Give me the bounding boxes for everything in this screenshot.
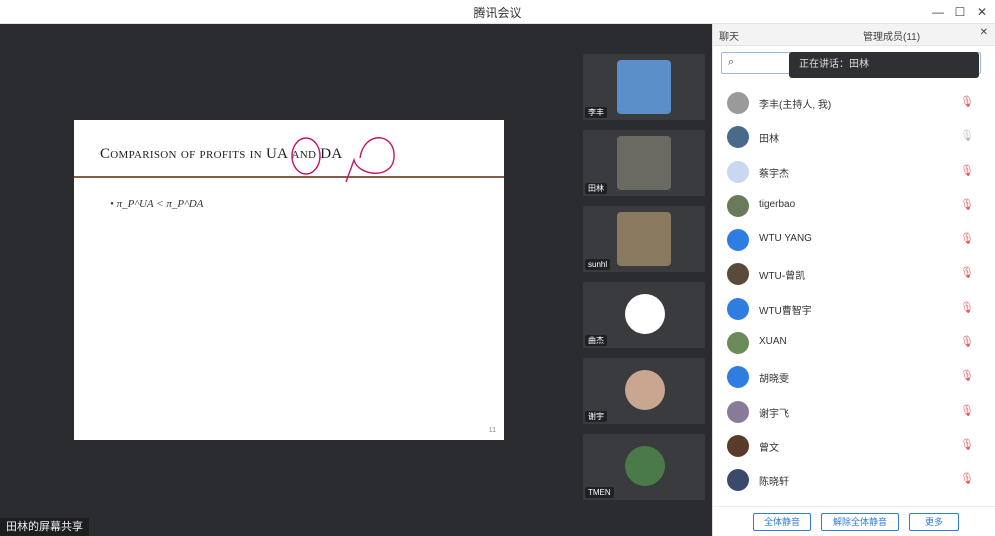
list-item[interactable]: 曾文 🎙 (713, 429, 995, 463)
mic-muted-icon[interactable]: 🎙 (960, 95, 974, 108)
participant-name: WTU YANG (759, 233, 812, 245)
avatar (625, 370, 665, 410)
unmute-all-button[interactable]: 解除全体静音 (821, 513, 899, 531)
participant-name: 曾文 (759, 442, 779, 454)
presentation-slide: Comparison of profits in UA and DA • π_P… (74, 120, 504, 440)
list-item[interactable]: 谢宇飞 🎙 (713, 395, 995, 429)
window-title: 腾讯会议 (473, 6, 522, 20)
video-tile-5[interactable]: 谢宇 (583, 358, 705, 424)
avatar (727, 332, 749, 355)
mic-muted-icon[interactable]: 🎙 (960, 164, 974, 177)
ink-circle-da (345, 137, 395, 183)
list-item[interactable]: 陈晓轩 🎙 (713, 463, 995, 497)
annotation-ink (291, 137, 395, 183)
video-tile-6[interactable]: TMEN (583, 434, 705, 500)
video-name: 谢宇 (585, 411, 607, 422)
avatar (727, 92, 749, 114)
list-item[interactable]: WTU-曾凯 🎙 (713, 257, 995, 291)
panel-tabs: 聊天 管理成员(11) ✕ (713, 24, 995, 46)
participant-name: 谢宇飞 (759, 408, 789, 420)
video-name: 李丰 (585, 107, 607, 118)
video-tile-2[interactable]: 田林 (583, 130, 705, 196)
avatar (727, 229, 749, 252)
minimize-icon[interactable]: — (927, 2, 949, 22)
screen-share-label: 田林的屏幕共享 (0, 518, 89, 536)
participant-name: WTU曹智宇 (759, 305, 812, 317)
avatar (727, 366, 749, 389)
panel-footer: 全体静音 解除全体静音 更多 (713, 506, 995, 536)
participant-name: 田林 (759, 134, 779, 146)
maximize-icon[interactable]: ☐ (949, 2, 971, 22)
avatar (727, 160, 749, 183)
video-name: 曲杰 (585, 335, 607, 346)
list-item[interactable]: 胡晓雯 🎙 (713, 360, 995, 394)
avatar (727, 194, 749, 217)
participant-name: XUAN (759, 336, 787, 348)
participant-name: WTU-曾凯 (759, 271, 806, 283)
list-item[interactable]: 蔡宇杰 🎙 (713, 155, 995, 189)
close-icon[interactable]: ✕ (971, 2, 993, 22)
avatar (727, 297, 749, 320)
camera-feed (617, 136, 671, 190)
list-item[interactable]: WTU YANG 🎙 (713, 223, 995, 257)
participant-name: 陈晓轩 (759, 477, 789, 489)
speaking-toast: 正在讲话：田林 (789, 52, 979, 78)
list-item[interactable]: WTU曹智宇 🎙 (713, 292, 995, 326)
video-strip: 李丰 田林 sunhl 曲杰 谢宇 TMEN (577, 24, 712, 536)
mic-muted-icon[interactable]: 🎙 (960, 232, 974, 245)
avatar (727, 469, 749, 492)
list-item[interactable]: tigerbao 🎙 (713, 189, 995, 223)
participant-list: 李丰(主持人, 我) 🎙 田林 🎙 蔡宇杰 🎙 tigerbao 🎙 WTU YANG 🎙… (713, 86, 995, 498)
mic-muted-icon[interactable]: 🎙 (960, 369, 974, 382)
video-name: sunhl (585, 259, 611, 270)
camera-feed (617, 60, 671, 114)
camera-feed (617, 212, 671, 266)
close-panel-icon[interactable]: ✕ (980, 27, 988, 38)
list-item[interactable]: XUAN 🎙 (713, 326, 995, 360)
avatar (727, 126, 749, 149)
members-panel: 聊天 管理成员(11) ✕ ⌕ 正在讲话：田林 李丰(主持人, 我) 🎙 田林 🎙 … (712, 24, 995, 536)
mic-muted-icon[interactable]: 🎙 (960, 438, 974, 451)
avatar (625, 446, 665, 486)
list-item[interactable]: 田林 🎙 (713, 120, 995, 154)
video-tile-1[interactable]: 李丰 (583, 54, 705, 120)
ink-circle-ua (291, 137, 321, 175)
mic-muted-icon[interactable]: 🎙 (960, 404, 974, 417)
avatar (727, 263, 749, 286)
participant-name: 胡晓雯 (759, 374, 789, 386)
more-button[interactable]: 更多 (909, 513, 959, 531)
participant-name: tigerbao (759, 198, 796, 210)
avatar (625, 294, 665, 334)
video-name: 田林 (585, 183, 607, 194)
mute-all-button[interactable]: 全体静音 (753, 513, 811, 531)
title-bar: 腾讯会议 — ☐ ✕ (0, 0, 995, 24)
video-tile-3[interactable]: sunhl (583, 206, 705, 272)
video-name: TMEN (585, 487, 614, 498)
mic-muted-icon[interactable]: 🎙 (960, 335, 974, 348)
mic-muted-icon[interactable]: 🎙 (960, 472, 974, 485)
participant-name: 李丰(主持人, 我) (759, 100, 832, 111)
mic-icon[interactable]: 🎙 (960, 129, 974, 142)
tab-members[interactable]: 管理成员(11) (863, 28, 920, 43)
avatar (727, 434, 749, 457)
shared-screen: Comparison of profits in UA and DA • π_P… (0, 24, 577, 536)
avatar (727, 400, 749, 423)
tab-chat[interactable]: 聊天 (719, 28, 739, 43)
mic-muted-icon[interactable]: 🎙 (960, 198, 974, 211)
participant-name: 蔡宇杰 (759, 168, 789, 180)
search-icon: ⌕ (728, 56, 735, 68)
video-tile-4[interactable]: 曲杰 (583, 282, 705, 348)
list-item[interactable]: 李丰(主持人, 我) 🎙 (713, 86, 995, 120)
mic-muted-icon[interactable]: 🎙 (960, 266, 974, 279)
mic-muted-icon[interactable]: 🎙 (960, 301, 974, 314)
